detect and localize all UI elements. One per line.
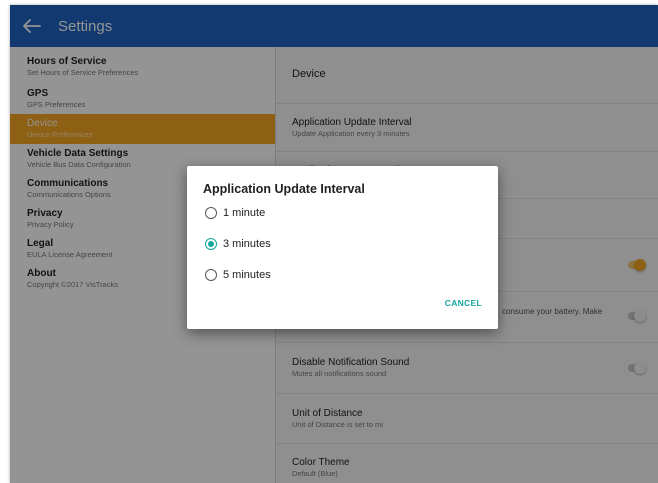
option-1-minute[interactable]: 1 minute: [205, 203, 265, 223]
option-label: 3 minutes: [223, 238, 271, 250]
radio-button[interactable]: [205, 207, 217, 219]
cancel-button[interactable]: CANCEL: [445, 298, 482, 308]
option-3-minutes[interactable]: 3 minutes: [205, 234, 271, 254]
option-label: 1 minute: [223, 207, 266, 219]
dialog-title: Application Update Interval: [203, 182, 365, 196]
radio-button-selected[interactable]: [205, 238, 217, 250]
option-5-minutes[interactable]: 5 minutes: [205, 265, 271, 285]
option-label: 5 minutes: [223, 269, 271, 281]
radio-button[interactable]: [205, 269, 217, 281]
app-window: Settings Hours of Service Set Hours of S…: [10, 5, 658, 483]
update-interval-dialog: Application Update Interval 1 minute 3 m…: [187, 166, 498, 329]
